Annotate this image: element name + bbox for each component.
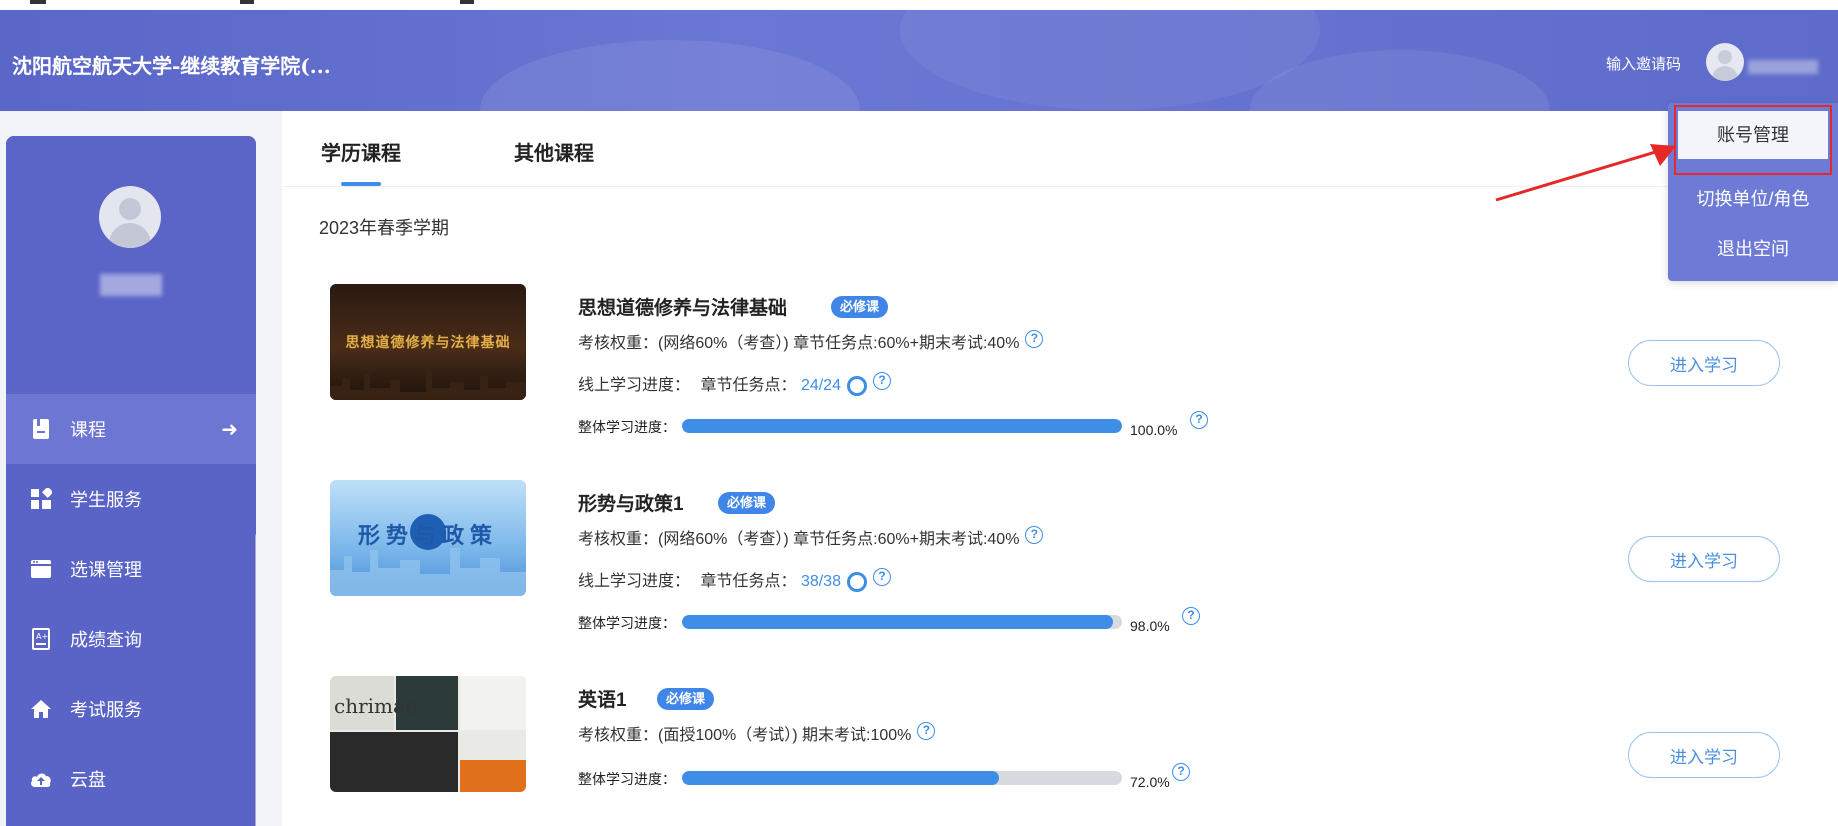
menu-item-switch-unit-role[interactable]: 切换单位/角色 [1668, 185, 1838, 211]
top-strip [0, 0, 1838, 10]
sidebar-item-student-service[interactable]: 学生服务 [6, 464, 256, 534]
course-thumbnail[interactable]: 思想道德修养与法律基础 [330, 284, 526, 400]
strip-mark [240, 0, 254, 4]
course-title[interactable]: 形势与政策1 [578, 489, 684, 516]
arrow-right-icon: ➜ [221, 418, 238, 441]
progress-fill [682, 615, 1114, 629]
sidebar-username-blurred [100, 274, 162, 296]
progress-fill [682, 419, 1122, 433]
progress-value: 100.0% [1130, 422, 1178, 438]
course-title[interactable]: 思想道德修养与法律基础 [578, 293, 787, 320]
sidebar-item-cloud-disk[interactable]: 云盘 [6, 744, 256, 814]
course-thumbnail[interactable]: 形势与政策 [330, 480, 526, 596]
help-icon[interactable]: ? [872, 567, 891, 586]
menu-item-exit-space[interactable]: 退出空间 [1668, 235, 1838, 261]
sidebar-item-course[interactable]: 课程 ➜ [6, 394, 256, 464]
overall-progress-label: 整体学习进度： [578, 419, 676, 435]
help-icon[interactable]: ? [1190, 411, 1208, 429]
semester-title: 2023年春季学期 [319, 218, 450, 238]
invite-code-link[interactable]: 输入邀请码 [1606, 53, 1681, 74]
required-badge: 必修课 [657, 688, 715, 710]
task-count: 38/38 [800, 573, 841, 590]
sidebar-item-exam-service[interactable]: 考试服务 [6, 674, 256, 744]
help-icon[interactable]: ? [917, 721, 936, 740]
course-card: 形势与政策 形势与政策1 必修课 考核权重：(网络60%（考查）) 章节任务点:… [282, 477, 1838, 667]
red-arrow-annotation [1495, 144, 1676, 202]
sidebar-item-label: 学生服务 [70, 490, 142, 510]
progress-ring-icon [846, 375, 867, 396]
sidebar-item-label: 选课管理 [70, 560, 142, 580]
username-blurred[interactable] [1748, 60, 1818, 74]
course-title[interactable]: 英语1 [578, 685, 627, 712]
tab-degree-courses[interactable]: 学历课程 [321, 137, 401, 166]
overall-progress-label: 整体学习进度： [578, 615, 676, 631]
course-card: 思想道德修养与法律基础 思想道德修养与法律基础 必修课 考核权重：(网络60%（… [282, 281, 1838, 471]
avatar[interactable] [1706, 43, 1744, 81]
required-badge: 必修课 [718, 492, 776, 514]
sidebar-item-label: 考试服务 [70, 700, 142, 720]
help-icon[interactable]: ? [1172, 763, 1190, 781]
strip-mark [460, 0, 474, 4]
task-count: 24/24 [800, 377, 841, 394]
thumbnail-text: 形势与政策 [357, 523, 498, 548]
sidebar-item-label: 成绩查询 [70, 630, 142, 650]
school-title: 沈阳航空航天大学-继续教育学院(... [12, 54, 331, 78]
strip-mark [30, 0, 46, 4]
tab-active-indicator [341, 182, 381, 186]
help-icon[interactable]: ? [1025, 525, 1044, 544]
online-progress: 线上学习进度： 章节任务点： 24/24? [578, 371, 891, 396]
svg-text:A+: A+ [36, 632, 48, 641]
progress-bar [682, 419, 1122, 433]
red-highlight-box [1674, 105, 1832, 175]
progress-bar [682, 615, 1122, 629]
sidebar-item-course-selection[interactable]: 选课管理 [6, 534, 256, 604]
progress-bar [682, 771, 1122, 785]
sidebar-profile [6, 136, 256, 394]
grid-icon [28, 486, 54, 512]
assessment-weight: 考核权重：(网络60%（考查）) 章节任务点:60%+期末考试:40%? [578, 525, 1044, 549]
sidebar-avatar [99, 186, 161, 248]
cloud-upload-icon [28, 766, 54, 792]
tab-other-courses[interactable]: 其他课程 [514, 137, 594, 166]
enter-study-button[interactable]: 进入学习 [1628, 340, 1780, 386]
sidebar-scrollbar[interactable] [255, 533, 256, 826]
enter-study-button[interactable]: 进入学习 [1628, 536, 1780, 582]
progress-value: 98.0% [1130, 618, 1170, 634]
progress-ring-icon [846, 571, 867, 592]
progress-fill [682, 771, 999, 785]
progress-value: 72.0% [1130, 774, 1170, 790]
book-icon [28, 416, 54, 442]
assessment-weight: 考核权重：(网络60%（考查）) 章节任务点:60%+期末考试:40%? [578, 329, 1044, 353]
assessment-weight: 考核权重：(面授100%（考试）) 期末考试:100%? [578, 721, 936, 745]
course-card: chrimae 英语1 必修课 考核权重：(面授100%（考试）) 期末考试:1… [282, 673, 1838, 826]
enter-study-button[interactable]: 进入学习 [1628, 732, 1780, 778]
top-header: 沈阳航空航天大学-继续教育学院(... 输入邀请码 [0, 10, 1838, 111]
home-icon [28, 696, 54, 722]
window-icon [28, 556, 54, 582]
grade-icon: A+ [28, 626, 54, 652]
thumbnail-text: 思想道德修养与法律基础 [345, 335, 511, 351]
sidebar: 课程 ➜ 学生服务 选课管理 A+ 成绩查询 考试服务 云盘 [6, 136, 256, 826]
help-icon[interactable]: ? [1182, 607, 1200, 625]
course-thumbnail[interactable]: chrimae [330, 676, 526, 792]
sidebar-item-label: 云盘 [70, 770, 106, 790]
help-icon[interactable]: ? [1025, 329, 1044, 348]
sidebar-item-label: 课程 [70, 420, 106, 440]
required-badge: 必修课 [831, 296, 889, 318]
help-icon[interactable]: ? [872, 371, 891, 390]
thumbnail-text: chrimae [334, 694, 417, 718]
online-progress: 线上学习进度： 章节任务点： 38/38? [578, 567, 891, 592]
sidebar-item-grades[interactable]: A+ 成绩查询 [6, 604, 256, 674]
main-content: 学历课程 其他课程 2023年春季学期 思想道德修养与法律基础 思想道德修养与法… [282, 111, 1838, 826]
overall-progress-label: 整体学习进度： [578, 771, 676, 787]
